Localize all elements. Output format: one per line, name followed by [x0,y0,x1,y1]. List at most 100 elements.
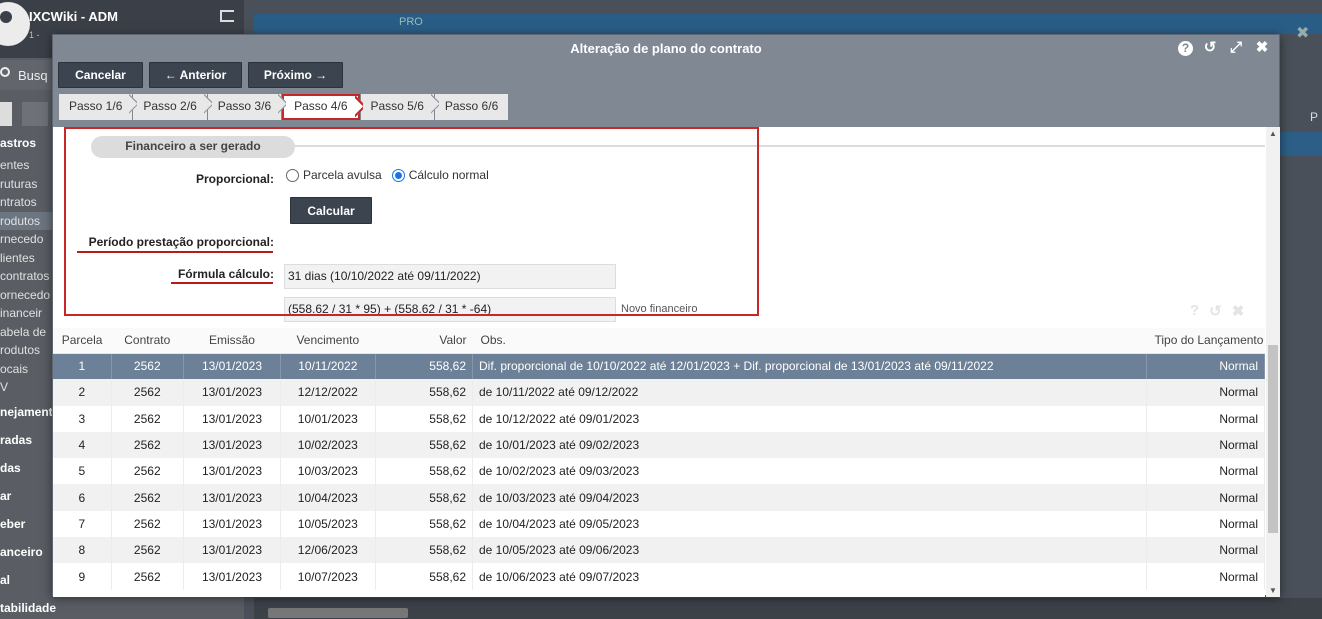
table-row[interactable]: 7 2562 13/01/2023 10/05/2023 558,62 de 10/04/… [53,510,1266,538]
column-header[interactable]: Valor [375,328,473,354]
close-icon[interactable]: ✖ [1253,39,1271,57]
cancel-button[interactable]: Cancelar [58,62,143,88]
scroll-down-icon[interactable]: ▼ [1269,586,1277,595]
calculate-button[interactable]: Calcular [290,197,372,224]
help-icon[interactable]: ? [1190,302,1199,320]
chevron-right-icon [204,94,212,120]
formula-underline [171,282,273,284]
background-top-strip: PRO [254,14,1322,34]
vertical-scrollbar[interactable]: ▲ ▼ [1266,127,1280,597]
table-cell: Normal [1146,484,1266,511]
modal-toolbar: Cancelar ← Anterior Próximo → [58,62,343,88]
table-cell: de 10/04/2023 até 09/05/2023 [472,510,1147,538]
horizontal-scrollbar[interactable] [268,608,408,618]
chevron-right-icon [355,96,363,122]
step-label: Passo 5/6 [370,99,424,113]
sidebar-tab-menu[interactable] [0,102,12,126]
table-cell: 10/05/2023 [280,510,376,538]
step-3[interactable]: Passo 3/6 [207,94,282,120]
next-button[interactable]: Próximo → [248,62,343,88]
table-cell: 10/01/2023 [280,405,376,432]
step-6[interactable]: Passo 6/6 [434,94,509,120]
table-row[interactable]: 2 2562 13/01/2023 12/12/2022 558,62 de 10/11/… [53,379,1266,406]
table-cell: 558,62 [375,510,474,538]
table-cell: de 10/03/2023 até 09/04/2023 [472,484,1147,511]
table-row[interactable]: 5 2562 13/01/2023 10/03/2023 558,62 de 10/02/… [53,458,1266,485]
table-cell: Normal [1146,458,1266,485]
history-icon[interactable]: ↺ [1209,302,1222,320]
table-cell: 3 [53,405,112,432]
table-cell: 558,62 [375,353,474,380]
sidebar-section[interactable]: tabilidade [0,597,244,619]
table-cell: 5 [53,458,112,485]
formula-field: (558.62 / 31 * 95) + (558.62 / 31 * -64) [284,297,616,322]
table-cell: 2562 [111,405,184,432]
column-header[interactable]: Obs. [472,328,1147,354]
table-row[interactable]: 3 2562 13/01/2023 10/01/2023 558,62 de 10/12/… [53,405,1266,432]
table-cell: 2562 [111,563,184,590]
table-cell: 10/02/2023 [280,431,376,459]
installments-table: Parcela Contrato Emissão Vencimento Valo… [53,328,1266,590]
table-cell: 1 [53,353,112,380]
table-cell: Normal [1146,353,1266,380]
table-cell: 2562 [111,353,184,380]
scroll-up-icon[interactable]: ▲ [1269,129,1277,138]
column-header[interactable]: Emissão [183,328,281,354]
search-label: Busq [18,68,48,83]
table-cell: de 10/11/2022 até 09/12/2022 [472,379,1147,406]
column-header[interactable]: Tipo do Lançamento [1146,328,1265,354]
table-cell: Normal [1146,510,1266,538]
avatar[interactable] [0,2,30,46]
help-icon[interactable]: ? [1178,41,1193,56]
close-icon[interactable]: ✖ [1232,302,1245,320]
print-icon[interactable] [22,102,48,126]
table-cell: 10/04/2023 [280,484,376,511]
step-1[interactable]: Passo 1/6 [59,94,133,120]
table-row[interactable]: 8 2562 13/01/2023 12/06/2023 558,62 de 10/05/… [53,537,1266,564]
step-label: Passo 4/6 [294,99,348,113]
radio-calculo-normal[interactable] [391,168,405,182]
table-cell: 7 [53,510,112,538]
table-cell: 4 [53,431,112,459]
table-cell: Normal [1146,431,1266,459]
column-header[interactable]: Contrato [111,328,184,354]
table-cell: 13/01/2023 [183,484,282,511]
previous-button[interactable]: ← Anterior [149,62,242,88]
section-divider [293,145,1265,147]
table-cell: 6 [53,484,112,511]
table-cell: 10/07/2023 [280,563,376,590]
user-sub: 1 - [29,30,40,40]
modal-content: Financeiro a ser gerado Proporcional: Pa… [53,127,1266,597]
table-cell: 558,62 [375,431,474,459]
radio-label: Parcela avulsa [303,168,382,182]
logout-icon[interactable] [220,10,234,22]
step-5[interactable]: Passo 5/6 [360,94,434,120]
table-row[interactable]: 9 2562 13/01/2023 10/07/2023 558,62 de 10/06/… [53,563,1266,590]
table-row[interactable]: 1 2562 13/01/2023 10/11/2022 558,62 Dif. prop… [53,353,1266,380]
table-cell: 8 [53,537,112,564]
background-right-label: P [1310,110,1319,124]
table-cell: 558,62 [375,458,474,485]
background-right-strip [1278,132,1322,156]
modal-title: Alteração de plano do contrato [570,41,762,56]
chevron-right-icon [129,94,137,120]
radio-label: Cálculo normal [408,168,489,182]
formula-label: Fórmula cálculo: [177,267,274,281]
table-cell: 558,62 [375,484,474,511]
maximize-icon[interactable]: ⤢ [1227,39,1245,57]
column-header[interactable]: Vencimento [280,328,376,354]
table-row[interactable]: 4 2562 13/01/2023 10/02/2023 558,62 de 10/01/… [53,431,1266,459]
table-cell: 2 [53,379,112,406]
scrollbar-thumb[interactable] [1268,345,1278,533]
modal-header: Alteração de plano do contrato ? ↺ ⤢ ✖ C… [53,35,1279,127]
step-4[interactable]: Passo 4/6 [282,94,360,120]
table-row[interactable]: 6 2562 13/01/2023 10/04/2023 558,62 de 10/03/… [53,484,1266,511]
history-icon[interactable]: ↺ [1201,39,1219,57]
table-cell: Normal [1146,379,1266,406]
step-2[interactable]: Passo 2/6 [133,94,207,120]
table-cell: 13/01/2023 [183,563,282,590]
column-header[interactable]: Parcela [53,328,112,354]
close-icon[interactable]: ✖ [1296,23,1309,43]
radio-parcela-avulsa[interactable] [286,168,299,182]
table-cell: 2562 [111,431,184,459]
